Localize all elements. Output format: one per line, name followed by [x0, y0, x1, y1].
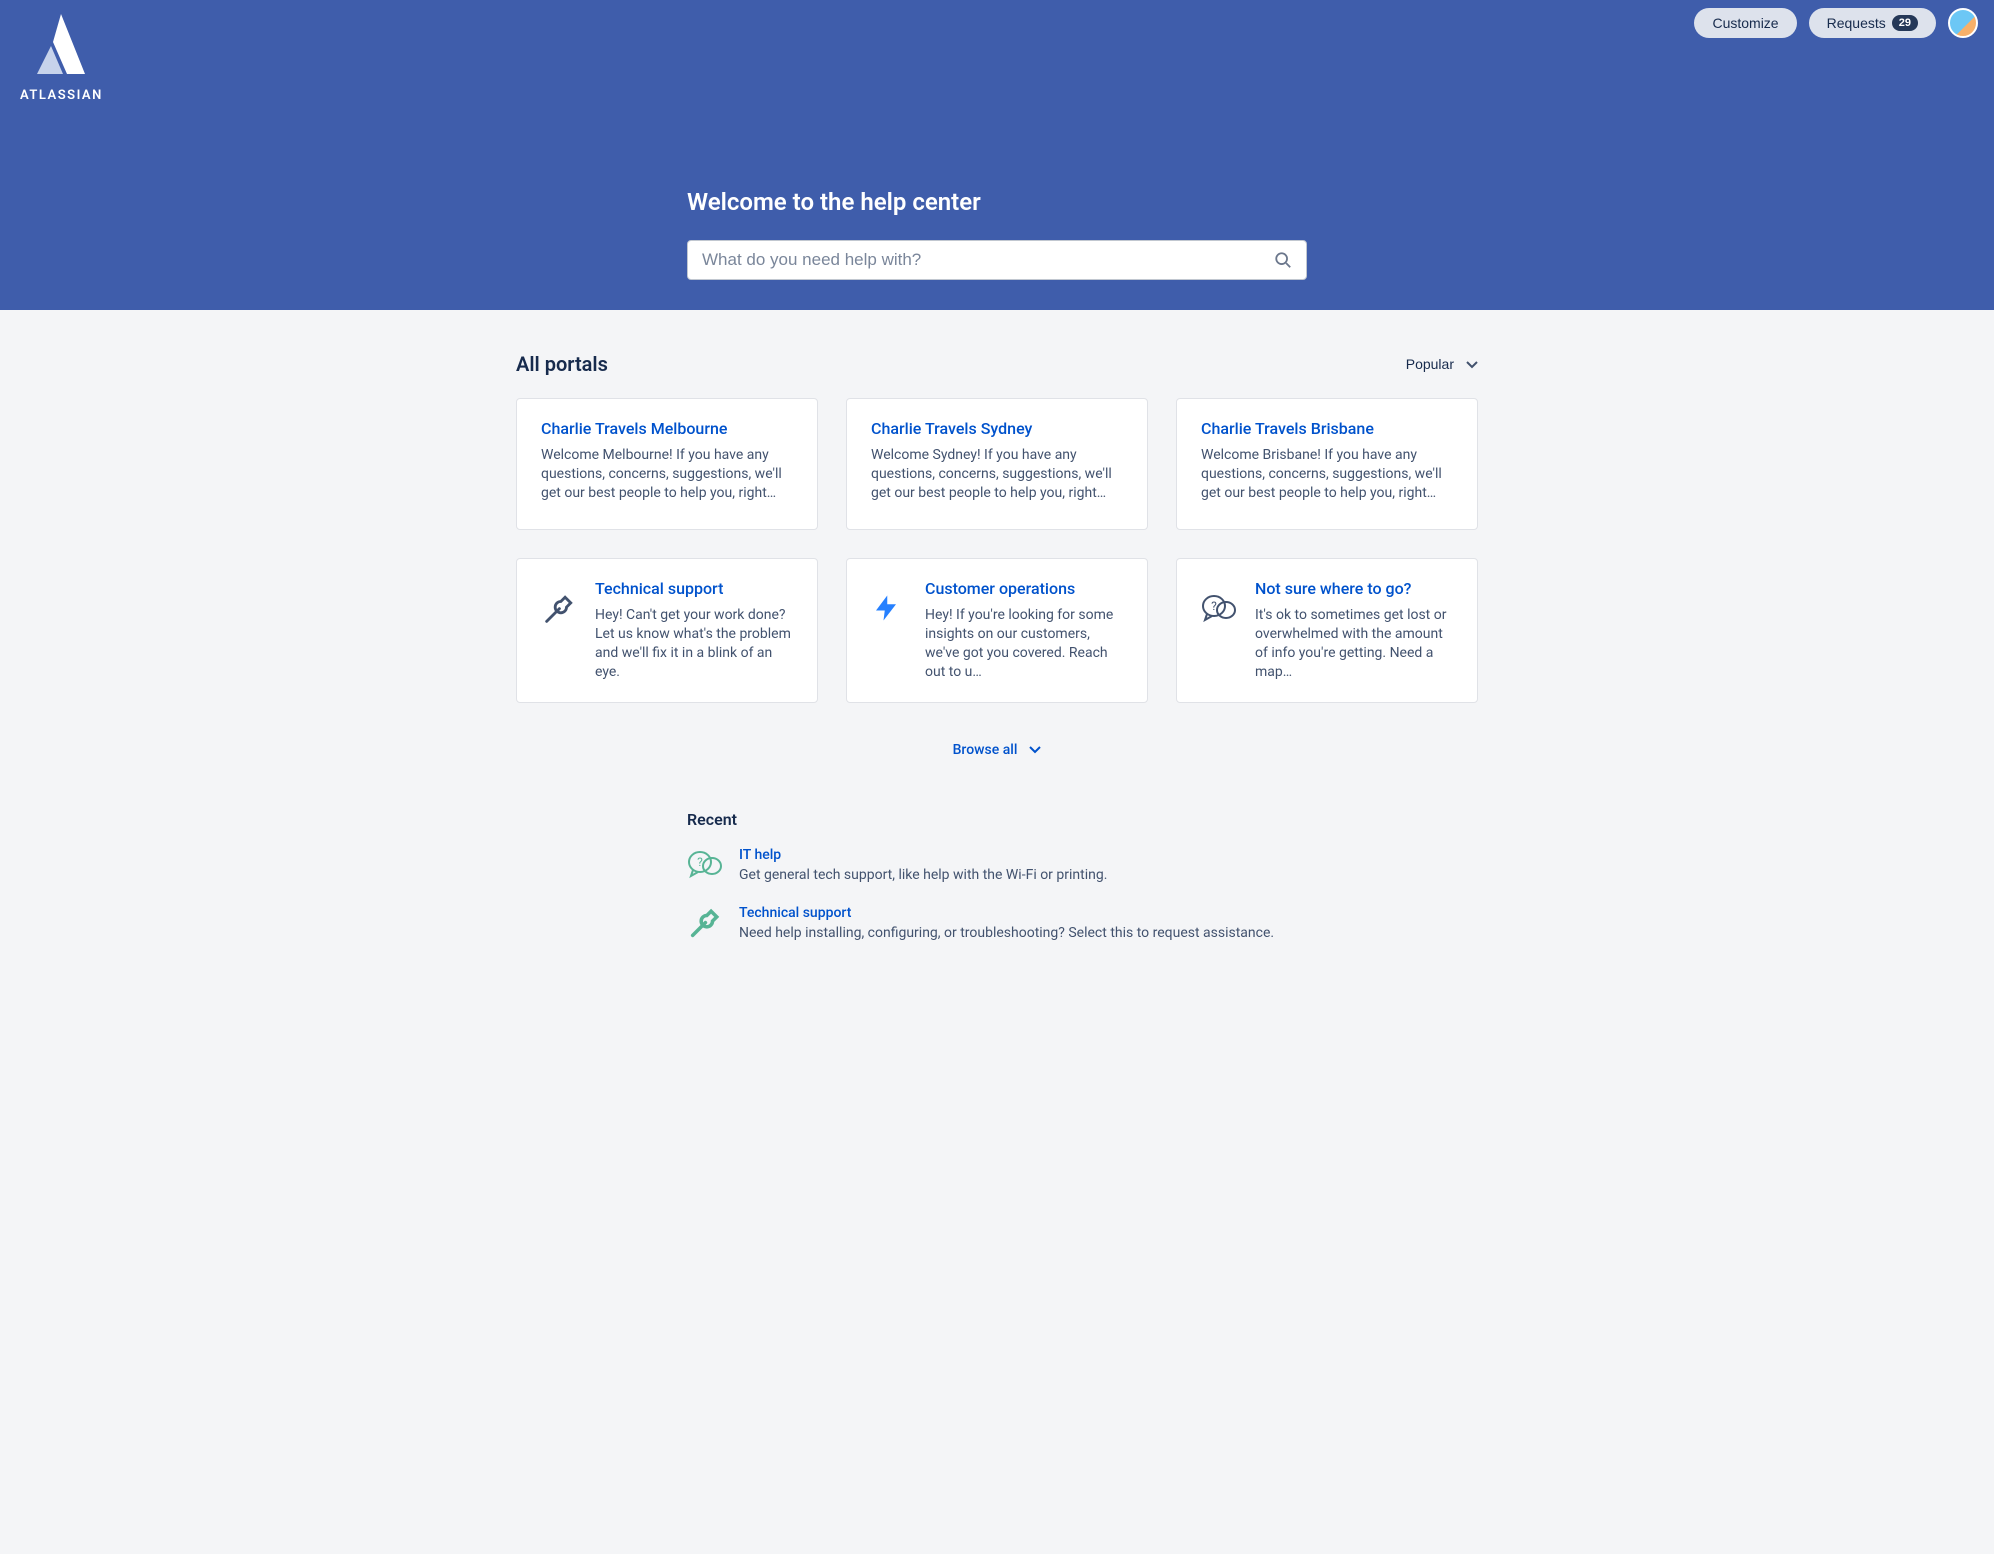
card-desc: Welcome Sydney! If you have any question… [871, 446, 1123, 503]
portal-card-customer-operations[interactable]: Customer operations Hey! If you're looki… [846, 558, 1148, 703]
card-desc: Welcome Brisbane! If you have any questi… [1201, 446, 1453, 503]
card-title: Technical support [595, 579, 793, 598]
sort-dropdown[interactable]: Popular [1406, 356, 1478, 372]
requests-count-badge: 29 [1892, 15, 1918, 31]
portal-card-sydney[interactable]: Charlie Travels Sydney Welcome Sydney! I… [846, 398, 1148, 530]
logo-text: ATLASSIAN [20, 88, 103, 103]
recent-heading: Recent [687, 810, 1307, 829]
card-title: Charlie Travels Brisbane [1201, 419, 1453, 438]
card-title: Charlie Travels Melbourne [541, 419, 793, 438]
customize-button[interactable]: Customize [1694, 8, 1796, 38]
card-desc: Welcome Melbourne! If you have any quest… [541, 446, 793, 503]
card-desc: It's ok to sometimes get lost or overwhe… [1255, 606, 1453, 682]
requests-button[interactable]: Requests 29 [1809, 8, 1936, 38]
sort-label: Popular [1406, 356, 1454, 372]
hero-content: Welcome to the help center [687, 38, 1307, 280]
browse-all-label: Browse all [953, 742, 1018, 758]
portals-header: All portals Popular [516, 352, 1478, 376]
card-desc: Hey! If you're looking for some insights… [925, 606, 1123, 682]
browse-all-link[interactable]: Browse all [953, 742, 1042, 758]
portal-card-technical-support[interactable]: Technical support Hey! Can't get your wo… [516, 558, 818, 703]
page-title: Welcome to the help center [687, 188, 1307, 216]
portal-card-melbourne[interactable]: Charlie Travels Melbourne Welcome Melbou… [516, 398, 818, 530]
search-icon [1274, 251, 1292, 269]
atlassian-icon [29, 14, 93, 84]
main-content: All portals Popular Charlie Travels Melb… [508, 310, 1486, 1027]
recent-title: IT help [739, 847, 1107, 863]
svg-text:?: ? [1211, 599, 1217, 613]
browse-all-row: Browse all [516, 739, 1478, 758]
portals-grid: Charlie Travels Melbourne Welcome Melbou… [516, 398, 1478, 703]
portal-card-brisbane[interactable]: Charlie Travels Brisbane Welcome Brisban… [1176, 398, 1478, 530]
lightning-icon [871, 579, 907, 627]
chevron-down-icon [1029, 742, 1041, 758]
question-bubble-icon: ? [1201, 579, 1237, 627]
recent-item-it-help[interactable]: ? IT help Get general tech support, like… [687, 847, 1307, 883]
card-title: Charlie Travels Sydney [871, 419, 1123, 438]
portals-heading: All portals [516, 352, 608, 376]
logo[interactable]: ATLASSIAN [20, 14, 103, 103]
recent-desc: Get general tech support, like help with… [739, 867, 1107, 883]
wrench-icon [541, 579, 577, 631]
svg-text:?: ? [697, 855, 703, 869]
card-title: Customer operations [925, 579, 1123, 598]
requests-label: Requests [1827, 15, 1886, 31]
card-desc: Hey! Can't get your work done? Let us kn… [595, 606, 793, 682]
card-title: Not sure where to go? [1255, 579, 1453, 598]
chevron-down-icon [1466, 356, 1478, 372]
hero-banner: ATLASSIAN Customize Requests 29 Welcome … [0, 0, 1994, 310]
user-avatar[interactable] [1948, 8, 1978, 38]
question-bubble-icon: ? [687, 847, 723, 883]
portal-card-not-sure[interactable]: ? Not sure where to go? It's ok to somet… [1176, 558, 1478, 703]
recent-title: Technical support [739, 905, 1274, 921]
recent-desc: Need help installing, configuring, or tr… [739, 925, 1274, 941]
customize-label: Customize [1712, 15, 1778, 31]
wrench-icon [687, 905, 723, 945]
search-box[interactable] [687, 240, 1307, 280]
recent-section: Recent ? IT help Get general tech suppor… [687, 810, 1307, 945]
search-input[interactable] [702, 250, 1274, 270]
topbar: Customize Requests 29 [0, 8, 1994, 38]
recent-item-technical-support[interactable]: Technical support Need help installing, … [687, 905, 1307, 945]
